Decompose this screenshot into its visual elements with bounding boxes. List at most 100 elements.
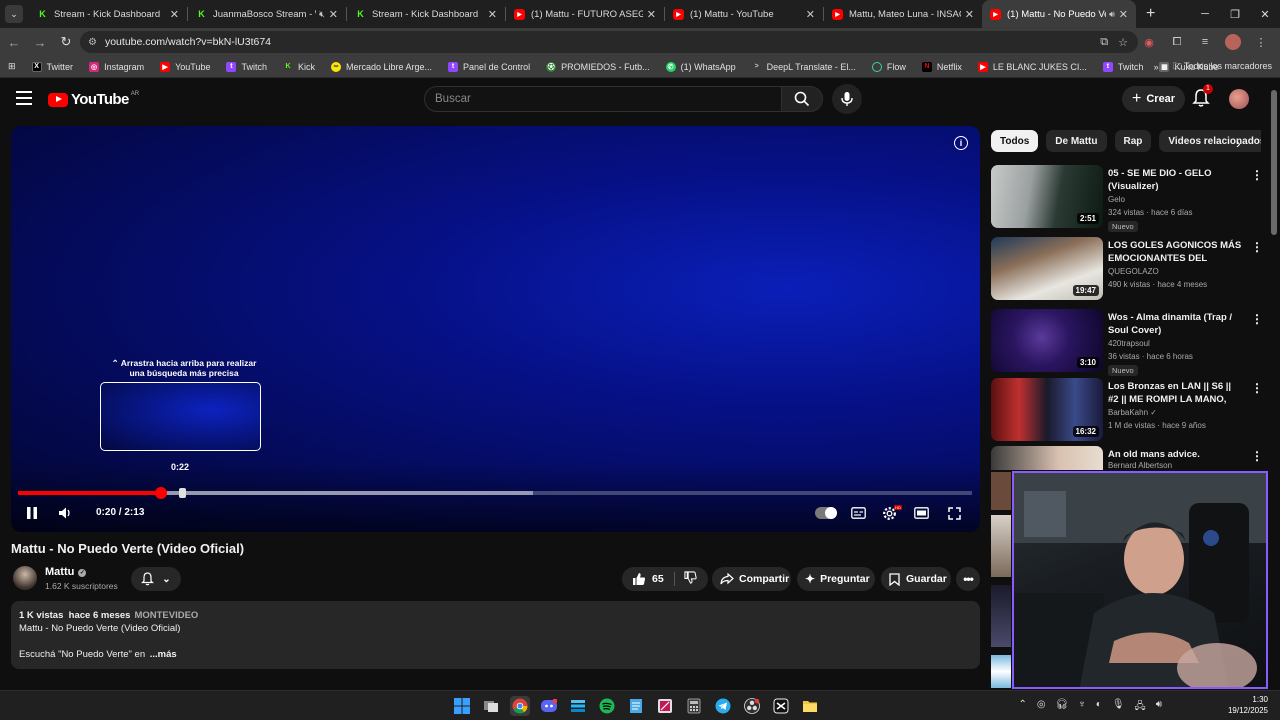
spotify-icon[interactable] xyxy=(597,696,617,716)
channel-avatar[interactable] xyxy=(13,566,37,590)
reading-list-icon[interactable]: ≡ xyxy=(1194,31,1216,53)
extension-icon[interactable]: ◉ xyxy=(1138,31,1160,53)
menu-hamburger-icon[interactable] xyxy=(16,91,32,105)
theater-mode-button[interactable] xyxy=(913,504,929,522)
page-scrollbar[interactable] xyxy=(1271,90,1277,690)
video-thumbnail[interactable] xyxy=(991,655,1011,688)
rec-channel[interactable]: Gelo xyxy=(1108,195,1125,204)
like-button[interactable]: 65 xyxy=(632,572,675,586)
autoplay-toggle[interactable] xyxy=(815,507,837,519)
snipping-tool-icon[interactable] xyxy=(655,696,675,716)
audio-playing-icon[interactable]: 🔊︎ xyxy=(1109,9,1115,20)
rec-title[interactable]: An old mans advice. xyxy=(1108,448,1243,461)
bookmark-item[interactable]: t Panel de Control xyxy=(440,61,538,72)
bookmark-item[interactable]: K Kick xyxy=(275,62,323,72)
new-tab-icon[interactable]: + xyxy=(1146,5,1155,23)
browser-tab[interactable]: K JuanmaBosco Stream - Wat 🔇︎ ✕ xyxy=(188,0,346,28)
rec-title[interactable]: Los Bronzas en LAN || S6 || #2 || ME ROM… xyxy=(1108,380,1243,406)
video-thumbnail[interactable]: 16:32 xyxy=(991,378,1103,441)
minimize-icon[interactable]: ─ xyxy=(1190,0,1220,28)
windows-start-icon[interactable] xyxy=(452,696,472,716)
recommended-video[interactable]: 3:10 Wos - Alma dinamita (Trap / Soul Co… xyxy=(991,309,1266,376)
profile-avatar[interactable] xyxy=(1222,31,1244,53)
apps-grid-icon[interactable]: ⊞ xyxy=(6,61,24,72)
tab-search-icon[interactable]: ⌄ xyxy=(5,5,23,23)
show-more-link[interactable]: ...más xyxy=(150,649,177,660)
create-button[interactable]: + Crear xyxy=(1122,86,1186,112)
ask-button[interactable]: ✦ Preguntar xyxy=(797,567,875,591)
reload-icon[interactable]: ↻ xyxy=(54,30,78,54)
video-thumbnail[interactable] xyxy=(991,472,1011,510)
search-button[interactable] xyxy=(781,86,823,112)
tray-app-icon[interactable]: ♆ xyxy=(1078,699,1086,716)
share-button[interactable]: Compartir xyxy=(712,567,791,591)
fullscreen-button[interactable] xyxy=(946,504,962,522)
browser-tab-active[interactable]: ▶ (1) Mattu - No Puedo Verte 🔊︎ ✕ xyxy=(982,0,1136,28)
microphone-icon[interactable]: 🎙︎ xyxy=(1112,699,1125,716)
capcut-icon[interactable] xyxy=(771,696,791,716)
bookmark-item[interactable]: ∞ Mercado Libre Arge... xyxy=(323,61,440,72)
file-stack-icon[interactable] xyxy=(568,696,588,716)
bookmark-item[interactable]: ▶ LE BLANC JUKES CI... xyxy=(970,61,1095,72)
description-box[interactable]: 1 K vistas hace 6 meses MONTEVIDEO Mattu … xyxy=(11,601,980,669)
rec-channel[interactable]: Bernard Albertson xyxy=(1108,461,1172,470)
close-tab-icon[interactable]: ✕ xyxy=(488,8,497,21)
close-window-icon[interactable]: ✕ xyxy=(1250,0,1280,28)
file-explorer-icon[interactable] xyxy=(800,696,820,716)
rec-title[interactable]: LOS GOLES AGONICOS MÁS EMOCIONANTES DEL … xyxy=(1108,239,1243,265)
chevron-up-icon[interactable]: ⌃ xyxy=(1018,699,1026,716)
chip-rap[interactable]: Rap xyxy=(1114,130,1152,152)
chrome-icon[interactable] xyxy=(510,696,530,716)
video-thumbnail[interactable] xyxy=(991,446,1103,470)
browser-tab[interactable]: ▶ (1) Mattu - FUTURO ASEGURAD ✕ xyxy=(506,0,664,28)
network-icon[interactable]: 🖧︎ xyxy=(1135,699,1146,716)
more-actions-button[interactable]: ••• xyxy=(956,567,980,591)
chrome-menu-icon[interactable]: ⋮ xyxy=(1250,31,1272,53)
voice-search-button[interactable] xyxy=(832,84,862,114)
info-icon[interactable]: i xyxy=(954,136,968,150)
close-tab-icon[interactable]: ✕ xyxy=(806,8,815,21)
scrubber-knob[interactable] xyxy=(155,487,168,499)
close-tab-icon[interactable]: ✕ xyxy=(329,8,338,21)
recommended-video[interactable]: 19:47 LOS GOLES AGONICOS MÁS EMOCIONANTE… xyxy=(991,237,1266,301)
close-tab-icon[interactable]: ✕ xyxy=(647,8,656,21)
video-thumbnail[interactable] xyxy=(991,515,1011,577)
close-tab-icon[interactable]: ✕ xyxy=(965,8,974,21)
subscription-bell-button[interactable]: ⌄ xyxy=(131,567,181,591)
close-tab-icon[interactable]: ✕ xyxy=(1119,8,1128,21)
video-thumbnail[interactable]: 2:51 xyxy=(991,165,1103,228)
bookmark-star-icon[interactable]: ☆ xyxy=(1118,36,1128,49)
obs-icon[interactable] xyxy=(742,696,762,716)
volume-button[interactable] xyxy=(57,504,73,522)
forward-icon[interactable]: → xyxy=(28,30,52,54)
save-button[interactable]: Guardar xyxy=(881,567,951,591)
bookmark-item[interactable]: ◎ Instagram xyxy=(81,61,152,72)
steam-icon[interactable]: ◐ xyxy=(1096,699,1102,716)
discord-icon[interactable] xyxy=(539,696,559,716)
chip-de-mattu[interactable]: De Mattu xyxy=(1046,130,1107,152)
bookmark-item[interactable]: X Twitter xyxy=(24,61,82,72)
notifications-button[interactable]: 1 xyxy=(1192,84,1213,110)
more-vertical-icon[interactable]: ⋮ xyxy=(1251,168,1263,182)
more-vertical-icon[interactable]: ⋮ xyxy=(1251,449,1263,463)
browser-tab[interactable]: ▶ (1) Mattu - YouTube ✕ xyxy=(665,0,823,28)
more-vertical-icon[interactable]: ⋮ xyxy=(1251,312,1263,326)
rec-title[interactable]: 05 - SE ME DIO - GELO (Visualizer) xyxy=(1108,167,1243,193)
address-bar[interactable]: ⚙︎ youtube.com/watch?v=bkN-lU3t674 ⧉ ☆ xyxy=(80,31,1138,53)
browser-tab[interactable]: K Stream - Kick Dashboard ✕ xyxy=(347,0,505,28)
bookmark-item[interactable]: t Twitch xyxy=(218,61,275,72)
more-bookmarks-icon[interactable]: » xyxy=(1154,62,1159,72)
install-app-icon[interactable]: ⧉ xyxy=(1100,36,1108,49)
scrollbar-thumb[interactable] xyxy=(1271,90,1277,235)
recommended-video[interactable]: An old mans advice. Bernard Albertson ⋮ xyxy=(991,446,1266,470)
bookmark-item[interactable]: ✆ (1) WhatsApp xyxy=(658,61,744,72)
pause-button[interactable] xyxy=(25,504,39,522)
restore-icon[interactable]: ❐ xyxy=(1220,0,1250,28)
progress-bar[interactable] xyxy=(18,487,972,499)
telegram-icon[interactable] xyxy=(713,696,733,716)
search-input[interactable] xyxy=(435,93,755,105)
bookmark-item[interactable]: ▶ YouTube xyxy=(152,61,218,72)
channel-name[interactable]: Mattu ✓ xyxy=(45,566,87,578)
rec-channel[interactable]: QUEGOLAZO xyxy=(1108,267,1159,276)
chevron-right-icon[interactable]: › xyxy=(1236,135,1241,151)
